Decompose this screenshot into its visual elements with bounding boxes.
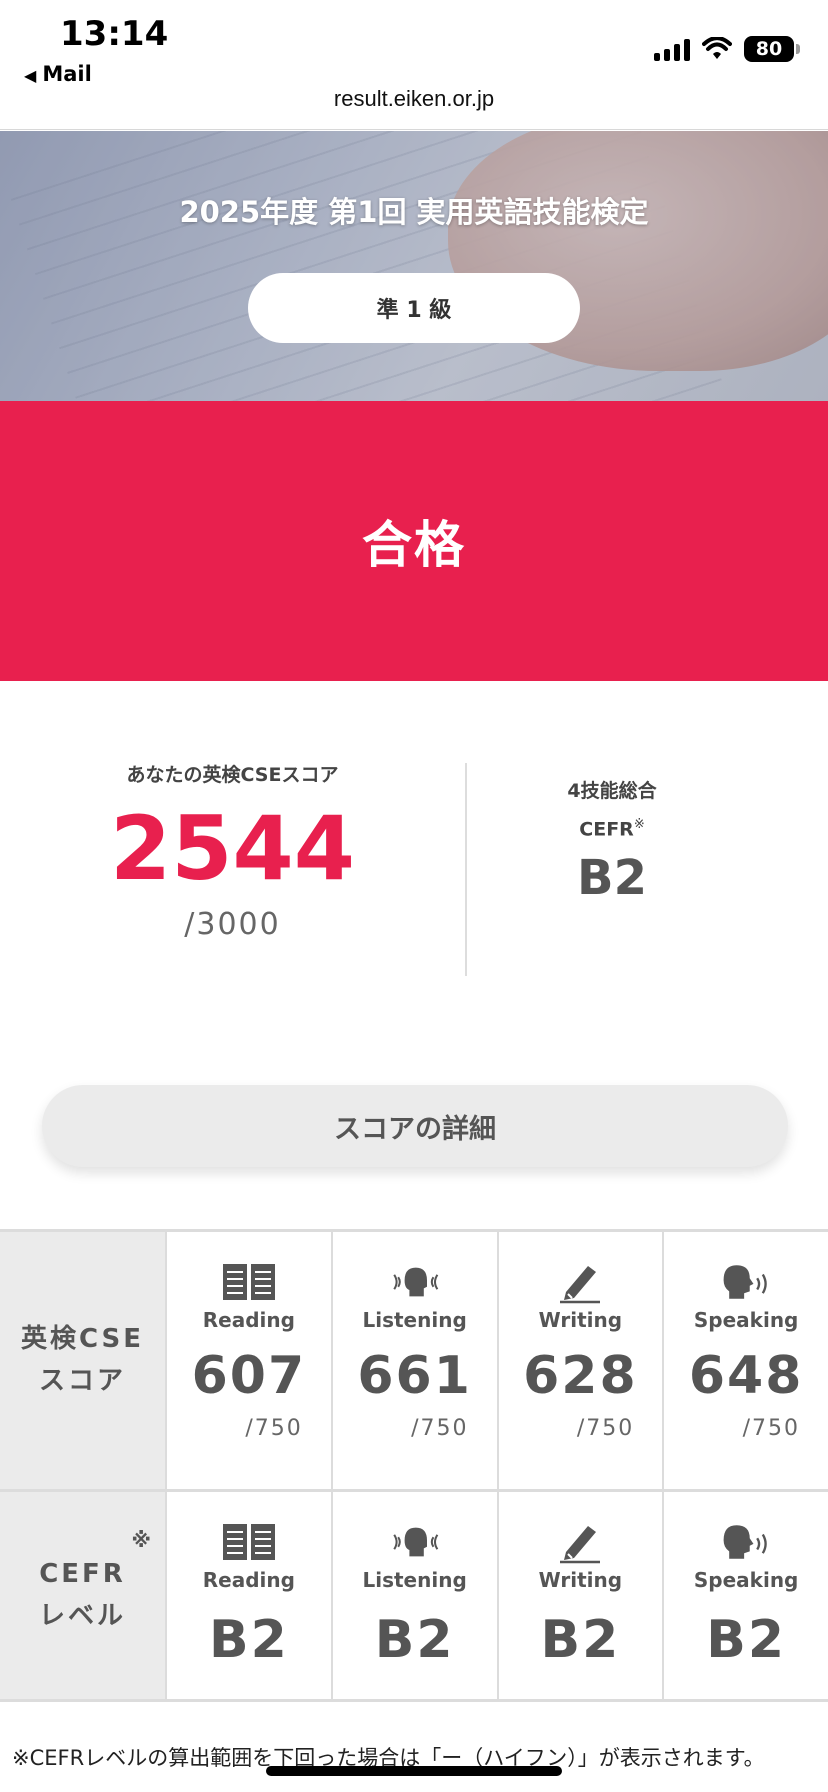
skill-cefr: B2 (374, 1610, 455, 1670)
speaking-head-icon (718, 1260, 774, 1304)
cefr-level-row: ※ CEFR レベル Reading B2 Listening B2 Writin… (0, 1492, 828, 1702)
score-detail-button[interactable]: スコアの詳細 (42, 1085, 788, 1167)
system-indicators: 80 (654, 34, 800, 64)
home-indicator[interactable] (266, 1766, 562, 1776)
cse-score-block: あなたの英検CSEスコア 2544 /3000 (0, 760, 465, 942)
url-bar[interactable]: result.eiken.or.jp (0, 86, 828, 112)
skill-score: 648 (688, 1346, 804, 1406)
cefr-overall-value: B2 (577, 850, 647, 907)
cse-cell-writing: Writing 628 /750 (499, 1232, 665, 1489)
skill-score: 628 (523, 1346, 638, 1406)
skill-max: /750 (576, 1416, 635, 1441)
battery-level: 80 (755, 38, 783, 60)
cefr-overall-block: 4技能総合 CEFR※ B2 (467, 776, 757, 906)
skill-cefr: B2 (208, 1610, 289, 1670)
status-time: 13:14 (60, 14, 169, 54)
hero-banner: 2025年度 第1回 実用英語技能検定 準 1 級 (0, 131, 828, 401)
grade-badge: 準 1 級 (248, 273, 580, 343)
pencil-icon (552, 1260, 608, 1304)
skill-max: /750 (245, 1416, 303, 1441)
skill-name: Listening (362, 1308, 467, 1332)
result-banner: 合格 (0, 401, 828, 681)
cefr-overall-title: 4技能総合 (567, 780, 657, 802)
skill-score: 661 (357, 1346, 472, 1406)
status-bar: 13:14 ◀ Mail 80 result.eiken.or.jp (0, 0, 828, 130)
battery-icon: 80 (744, 36, 800, 62)
book-icon (221, 1260, 277, 1304)
wifi-icon (702, 37, 732, 59)
skill-score: 607 (191, 1346, 307, 1406)
skill-name: Speaking (693, 1568, 799, 1592)
cse-cell-listening: Listening 661 /750 (333, 1232, 499, 1489)
cefr-row-header: ※ CEFR レベル (0, 1492, 167, 1699)
back-label: Mail (42, 62, 92, 86)
skill-name: Reading (202, 1568, 295, 1592)
back-to-mail-link[interactable]: ◀ Mail (24, 62, 92, 86)
speaking-head-icon (718, 1520, 774, 1564)
back-triangle-icon: ◀ (24, 66, 37, 85)
cse-score-label: あなたの英検CSEスコア (126, 764, 339, 786)
skills-table: 英検CSE スコア Reading 607 /750 Listening 661 … (0, 1229, 828, 1702)
cse-cell-reading: Reading 607 /750 (167, 1232, 333, 1489)
cse-cell-speaking: Speaking 648 /750 (664, 1232, 828, 1489)
exam-title: 2025年度 第1回 実用英語技能検定 (179, 195, 649, 229)
skill-name: Speaking (693, 1308, 799, 1332)
skill-max: /750 (742, 1416, 800, 1441)
skill-name: Listening (362, 1568, 467, 1592)
cefr-cell-reading: Reading B2 (167, 1492, 333, 1699)
listening-head-icon (387, 1260, 443, 1304)
cefr-cell-speaking: Speaking B2 (664, 1492, 828, 1699)
skill-max: /750 (411, 1416, 469, 1441)
skill-cefr: B2 (706, 1610, 787, 1670)
skill-name: Writing (538, 1308, 623, 1332)
skill-name: Reading (202, 1308, 295, 1332)
cse-score-row: 英検CSE スコア Reading 607 /750 Listening 661 … (0, 1232, 828, 1492)
skill-name: Writing (538, 1568, 623, 1592)
cefr-cell-writing: Writing B2 (499, 1492, 665, 1699)
cellular-signal-icon (654, 37, 690, 61)
cse-score-max: /3000 (184, 907, 281, 942)
listening-head-icon (387, 1520, 443, 1564)
book-icon (221, 1520, 277, 1564)
cse-score-value: 2544 (110, 797, 355, 900)
cse-row-header: 英検CSE スコア (0, 1232, 167, 1489)
skill-cefr: B2 (540, 1610, 621, 1670)
cefr-overall-label: CEFR※ (579, 817, 645, 841)
pencil-icon (552, 1520, 608, 1564)
cefr-cell-listening: Listening B2 (333, 1492, 499, 1699)
